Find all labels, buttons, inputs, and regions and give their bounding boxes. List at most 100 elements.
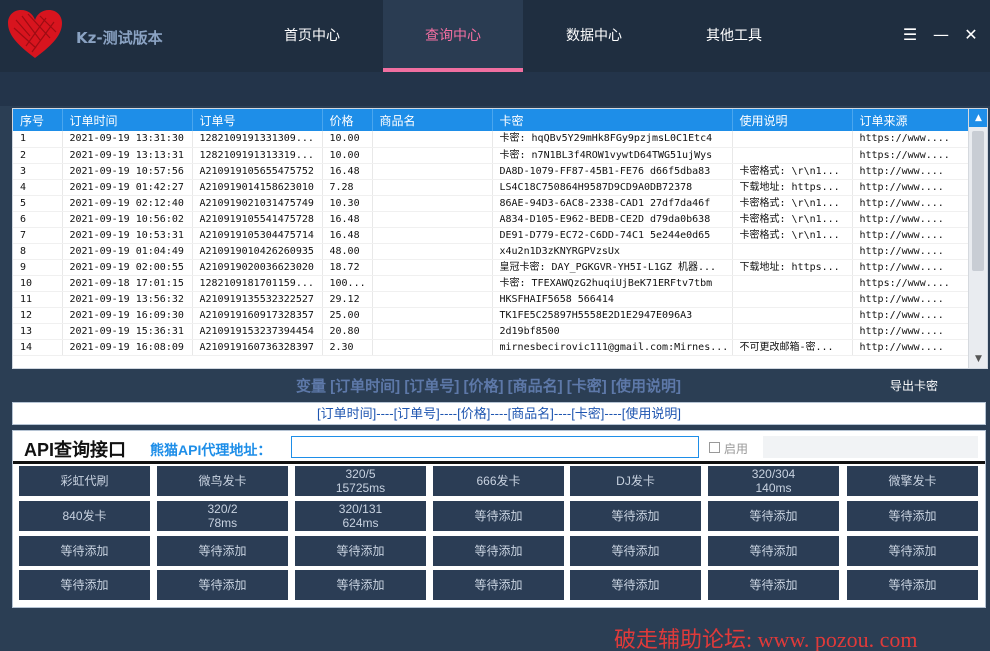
tab-tools[interactable]: 其他工具	[664, 0, 804, 72]
table-cell: https://www....	[852, 147, 969, 164]
table-row[interactable]: 8 2021-09-19 01:04:49 A21091901042626093​5…	[13, 243, 969, 260]
table-cell: HKSFHAIF5658 566414	[492, 291, 733, 308]
column-header[interactable]: 序号	[13, 109, 63, 131]
api-source-button[interactable]: 等待添加	[570, 536, 701, 566]
table-cell: https://www....	[852, 131, 969, 148]
table-cell	[372, 163, 493, 180]
table-cell: http://www....	[852, 259, 969, 276]
table-row[interactable]: 7 2021-09-19 10:53:31 A21091910530447571​4…	[13, 227, 969, 244]
api-source-button[interactable]: 840发卡	[19, 501, 150, 531]
table-cell: 29.12	[322, 291, 373, 308]
api-source-button[interactable]: DJ发卡	[570, 466, 701, 496]
table-cell	[732, 131, 853, 148]
enable-label: 启用	[724, 442, 749, 456]
api-source-button[interactable]: 等待添加	[570, 570, 701, 600]
table-cell: 卡密格式: \r\n1...	[732, 163, 853, 180]
api-source-button[interactable]: 等待添加	[433, 570, 564, 600]
column-header[interactable]: 商品名	[372, 109, 493, 131]
table-cell: 10.30	[322, 195, 373, 212]
table-cell: 18.72	[322, 259, 373, 276]
api-source-button[interactable]: 等待添加	[157, 570, 288, 600]
close-icon[interactable]: ✕	[960, 24, 982, 46]
table-row[interactable]: 14 2021-09-19 16:08:09 A21091916073632839​…	[13, 339, 969, 356]
api-source-button[interactable]: 320/2 78ms	[157, 501, 288, 531]
export-cards-button[interactable]: 导出卡密	[890, 377, 938, 394]
api-source-button[interactable]: 等待添加	[708, 536, 839, 566]
table-cell	[732, 291, 853, 308]
scroll-up-icon[interactable]: ▲	[969, 109, 987, 127]
column-header[interactable]: 订单号	[192, 109, 323, 131]
table-row[interactable]: 10 2021-09-18 17:01:15 1282109181701159...…	[13, 275, 969, 292]
table-row[interactable]: 2 2021-09-19 13:13:31 1282109191313319... 1…	[13, 147, 969, 164]
api-source-button[interactable]: 等待添加	[708, 570, 839, 600]
table-cell: A21091901042626093​5	[192, 243, 323, 260]
api-source-button[interactable]: 等待添加	[433, 536, 564, 566]
api-source-button[interactable]: 等待添加	[157, 536, 288, 566]
api-source-button[interactable]: 微擎发卡	[847, 466, 978, 496]
table-cell: A21091902003662302​0	[192, 259, 323, 276]
api-source-button[interactable]: 等待添加	[295, 536, 426, 566]
api-source-button[interactable]: 等待添加	[19, 570, 150, 600]
api-source-button[interactable]: 等待添加	[570, 501, 701, 531]
orders-table[interactable]: 序号 订单时间 订单号 价格 商品名 卡密 使用说明 订单来源 1 2021-09-19 13:…	[12, 108, 988, 369]
tab-home[interactable]: 首页中心	[242, 0, 382, 72]
table-cell: 卡密: hqQBv5Y29mHk8FGy9pzjmsL0C1Etc4	[492, 131, 733, 148]
table-cell: 2d19bf8500	[492, 323, 733, 340]
table-cell: http://www....	[852, 227, 969, 244]
api-source-button-label: 666发卡	[476, 474, 521, 488]
table-cell: A21091916073632839​7	[192, 339, 323, 356]
menu-icon[interactable]: ☰	[899, 24, 921, 46]
table-cell: 10.00	[322, 147, 373, 164]
api-source-button[interactable]: 等待添加	[847, 501, 978, 531]
column-header[interactable]: 订单时间	[62, 109, 193, 131]
column-header[interactable]: 价格	[322, 109, 373, 131]
table-row[interactable]: 9 2021-09-19 02:00:55 A21091902003662302​0…	[13, 259, 969, 276]
table-cell: 86AE-94D3-6AC8-2338-CAD1 27df7da46f	[492, 195, 733, 212]
table-row[interactable]: 13 2021-09-19 15:36:31 A21091915323739445​…	[13, 323, 969, 340]
api-source-button[interactable]: 等待添加	[847, 570, 978, 600]
api-source-button[interactable]: 等待添加	[433, 501, 564, 531]
proxy-address-input[interactable]	[291, 436, 699, 458]
api-source-button[interactable]: 666发卡	[433, 466, 564, 496]
api-source-button[interactable]: 等待添加	[847, 536, 978, 566]
api-source-button[interactable]: 等待添加	[19, 536, 150, 566]
table-cell: LS4C18C750864H9587D9CD9A0DB72378	[492, 179, 733, 196]
api-source-button[interactable]: 微鸟发卡	[157, 466, 288, 496]
table-cell: 20.80	[322, 323, 373, 340]
api-source-button[interactable]: 320/304 140ms	[708, 466, 839, 496]
table-cell: http://www....	[852, 291, 969, 308]
table-cell: 2021-09-19 10:53:31	[62, 227, 193, 244]
minimize-icon[interactable]: —	[930, 24, 952, 46]
table-row[interactable]: 11 2021-09-19 13:56:32 A21091913553232252​…	[13, 291, 969, 308]
api-source-button[interactable]: 等待添加	[295, 570, 426, 600]
table-cell: 7.28	[322, 179, 373, 196]
api-source-button[interactable]: 彩虹代刷	[19, 466, 150, 496]
table-row[interactable]: 12 2021-09-19 16:09:30 A21091916091732835​…	[13, 307, 969, 324]
tab-query[interactable]: 查询中心	[383, 0, 523, 72]
table-cell: A21091910565547575​2	[192, 163, 323, 180]
enable-checkbox[interactable]	[709, 442, 720, 453]
table-row[interactable]: 3 2021-09-19 10:57:56 A21091910565547575​2…	[13, 163, 969, 180]
table-row[interactable]: 1 2021-09-19 13:31:30 1282109191331309... 1…	[13, 131, 969, 148]
table-cell: 12	[13, 307, 63, 324]
api-source-button[interactable]: 320/5 15725ms	[295, 466, 426, 496]
column-header[interactable]: 使用说明	[732, 109, 853, 131]
api-source-button-label: 等待添加	[611, 544, 660, 558]
column-header[interactable]: 订单来源	[852, 109, 969, 131]
scrollbar-thumb[interactable]	[972, 131, 984, 271]
api-source-button[interactable]: 320/131 624ms	[295, 501, 426, 531]
table-row[interactable]: 5 2021-09-19 02:12:40 A21091902103147574​9…	[13, 195, 969, 212]
api-source-button-label: 等待添加	[611, 578, 660, 592]
table-cell	[372, 339, 493, 356]
export-template-field[interactable]: [订单时间]----[订单号]----[价格]----[商品名]----[卡密]…	[12, 402, 986, 425]
api-source-button-label: 彩虹代刷	[60, 474, 109, 488]
tab-data[interactable]: 数据中心	[524, 0, 664, 72]
vertical-scrollbar[interactable]: ▲ ▼	[968, 109, 987, 368]
scroll-down-icon[interactable]: ▼	[969, 350, 987, 368]
column-header[interactable]: 卡密	[492, 109, 733, 131]
api-source-button[interactable]: 等待添加	[708, 501, 839, 531]
table-row[interactable]: 4 2021-09-19 01:42:27 A21091901415862301​0…	[13, 179, 969, 196]
table-cell	[372, 179, 493, 196]
api-source-button-label: 等待添加	[888, 509, 937, 523]
table-row[interactable]: 6 2021-09-19 10:56:02 A21091910554147572​8…	[13, 211, 969, 228]
